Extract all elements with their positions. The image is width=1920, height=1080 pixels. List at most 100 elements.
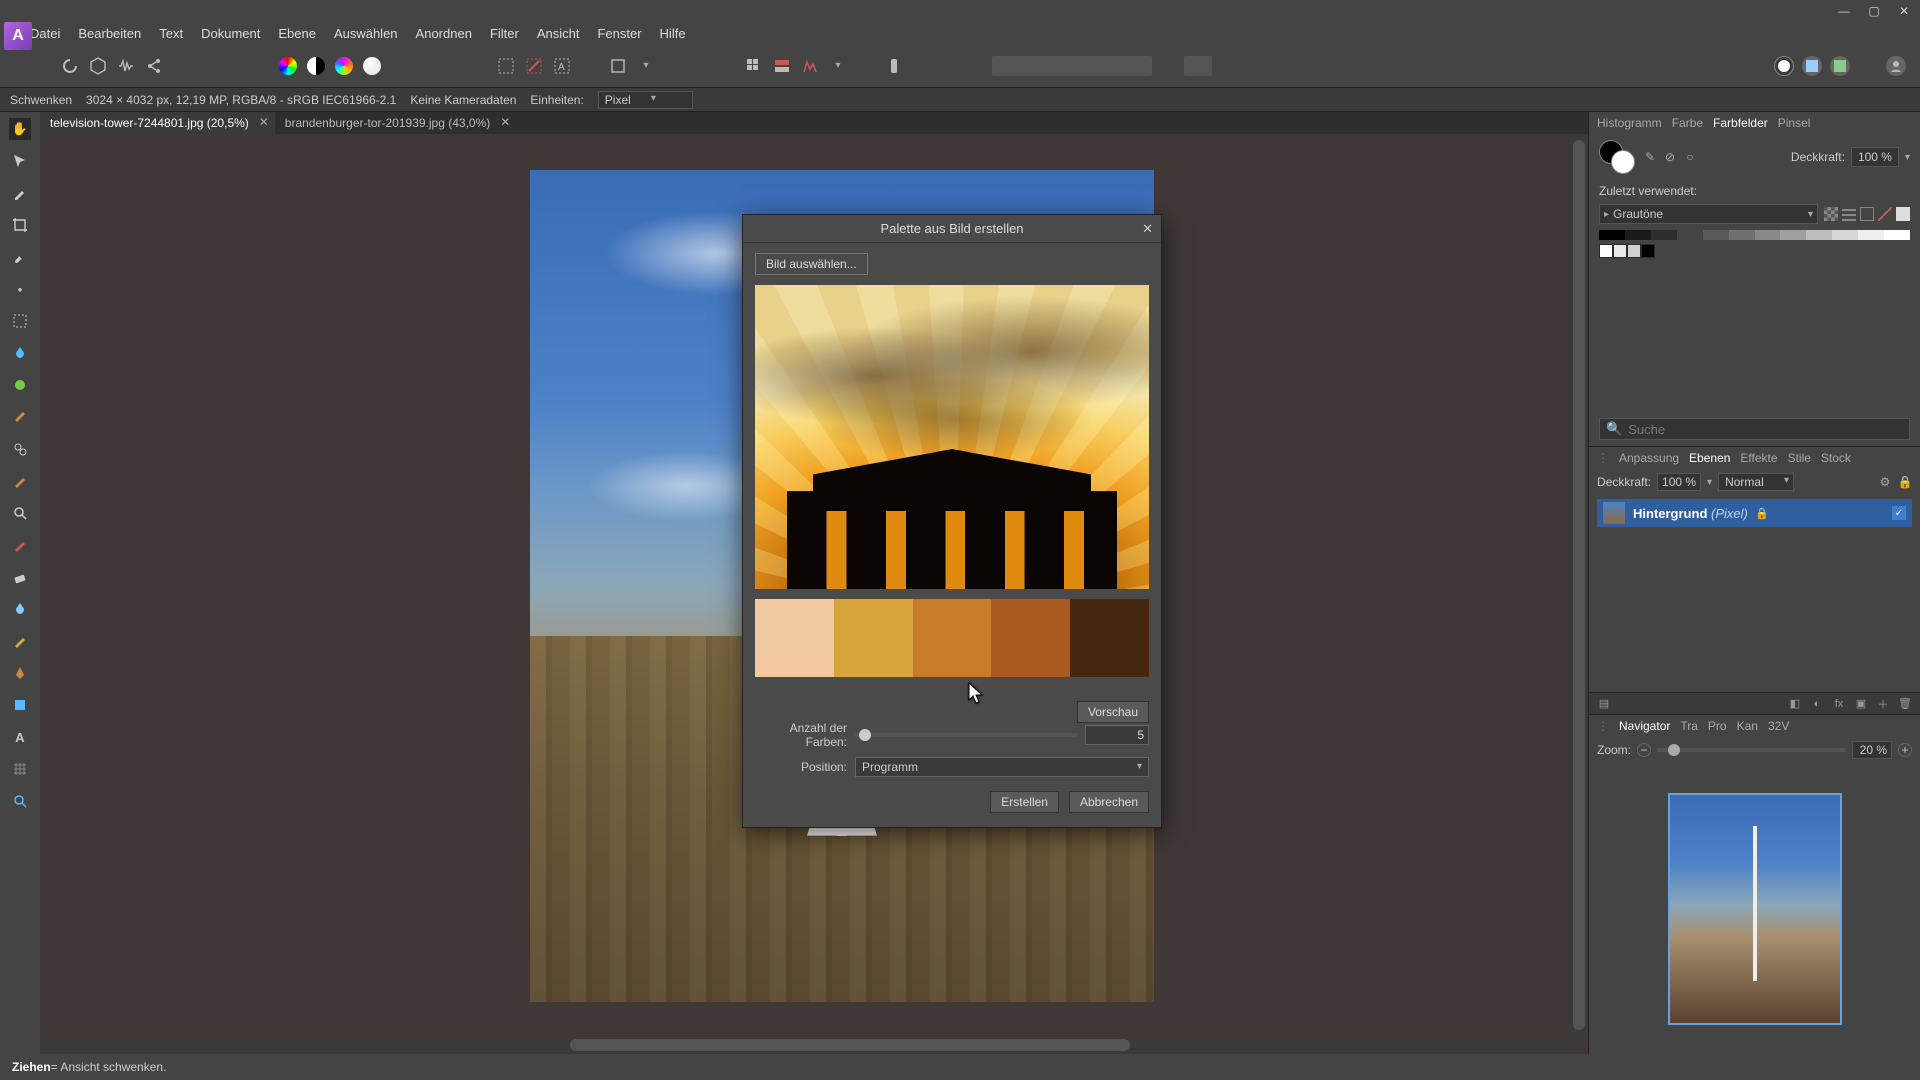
preview-button[interactable]: Vorschau (1077, 701, 1149, 723)
palette-select[interactable]: ▸ Grautöne ▾ (1599, 204, 1818, 224)
pencil-tool[interactable] (9, 470, 31, 492)
persona-photo-button[interactable] (1774, 56, 1794, 76)
stack-icon[interactable] (772, 56, 792, 76)
create-button[interactable]: Erstellen (990, 791, 1059, 813)
menu-item[interactable]: Ansicht (537, 26, 580, 41)
eraser-tool[interactable] (9, 566, 31, 588)
chevron-down-icon[interactable]: ▾ (828, 56, 848, 76)
zoom-tool[interactable] (9, 502, 31, 524)
swatch[interactable] (1070, 599, 1149, 677)
grid-icon[interactable] (744, 56, 764, 76)
menu-item[interactable]: Fenster (597, 26, 641, 41)
group-icon[interactable]: ▣ (1854, 697, 1868, 711)
lock-icon[interactable]: 🔒 (1898, 475, 1912, 489)
tab-channels[interactable]: Kan (1737, 719, 1758, 733)
color-count-input[interactable]: 5 (1085, 725, 1149, 745)
info-icon[interactable] (884, 56, 904, 76)
zoom-out-button[interactable]: − (1637, 743, 1651, 757)
close-icon[interactable]: ✕ (500, 115, 510, 129)
tab-transform[interactable]: Tra (1680, 719, 1698, 733)
chevron-down-icon[interactable]: ▾ (636, 56, 656, 76)
assistant-icon[interactable] (800, 56, 820, 76)
fx-icon[interactable]: fx (1832, 697, 1846, 711)
add-layer-icon[interactable]: ＋ (1876, 697, 1890, 711)
commit-bar[interactable] (992, 56, 1152, 76)
swatch[interactable] (913, 599, 992, 677)
visibility-checkbox[interactable]: ✓ (1892, 506, 1906, 520)
persona-develop-button[interactable] (1830, 56, 1850, 76)
share-icon[interactable] (144, 56, 164, 76)
blur-tool[interactable] (9, 598, 31, 620)
tab-layers[interactable]: Ebenen (1689, 451, 1730, 465)
recent-swatches[interactable] (1599, 244, 1910, 258)
cube-icon[interactable] (88, 56, 108, 76)
delete-layer-icon[interactable]: 🗑 (1898, 697, 1912, 711)
tab-navigator[interactable]: Navigator (1619, 719, 1670, 733)
waveform-icon[interactable] (116, 56, 136, 76)
scrollbar-horizontal[interactable] (40, 1036, 1570, 1054)
swap-color-icon[interactable]: ○ (1683, 150, 1697, 164)
selection-rect-icon[interactable] (496, 56, 516, 76)
zoom-in-button[interactable]: + (1898, 743, 1912, 757)
menu-item[interactable]: Hilfe (660, 26, 686, 41)
mesh-tool[interactable] (9, 758, 31, 780)
none-color-icon[interactable]: ⊘ (1663, 150, 1677, 164)
navigator-thumbnail[interactable] (1668, 793, 1842, 1025)
account-button[interactable] (1886, 56, 1906, 76)
tab-adjustment[interactable]: Anpassung (1619, 451, 1679, 465)
sponge-tool[interactable] (9, 630, 31, 652)
smudge-tool[interactable] (9, 374, 31, 396)
menu-item[interactable]: Filter (490, 26, 519, 41)
layers-list-icon[interactable]: ▤ (1597, 697, 1611, 711)
tab-32bit[interactable]: 32V (1768, 719, 1789, 733)
swatch-solid-icon[interactable] (1896, 207, 1910, 221)
mask-icon[interactable]: ◧ (1788, 697, 1802, 711)
scrollbar-vertical[interactable] (1570, 134, 1588, 1036)
tab-styles[interactable]: Stile (1788, 451, 1811, 465)
grid-view-icon[interactable] (1824, 207, 1838, 221)
dialog-titlebar[interactable]: Palette aus Bild erstellen ✕ (743, 215, 1161, 243)
magnify-tool[interactable] (9, 790, 31, 812)
chevron-down-icon[interactable]: ▾ (1905, 152, 1910, 163)
window-maximize-button[interactable]: ▢ (1862, 2, 1886, 20)
menu-item[interactable]: Anordnen (416, 26, 472, 41)
color-count-slider[interactable] (855, 733, 1077, 737)
tab-stock[interactable]: Stock (1821, 451, 1851, 465)
crop-tool[interactable] (9, 214, 31, 236)
document-tab[interactable]: brandenburger-tor-201939.jpg (43,0%) ✕ (275, 112, 516, 134)
persona-liquify-button[interactable] (1802, 56, 1822, 76)
add-swatch-icon[interactable] (1860, 207, 1874, 221)
eyedropper-icon[interactable]: ✎ (1643, 150, 1657, 164)
menu-item[interactable]: Datei (30, 26, 60, 41)
hue-icon[interactable] (334, 56, 354, 76)
swatch[interactable] (755, 599, 834, 677)
cancel-button[interactable]: Abbrechen (1069, 791, 1149, 813)
lock-icon[interactable]: 🔒 (1756, 507, 1768, 519)
chevron-down-icon[interactable]: ▾ (1707, 477, 1712, 488)
flood-select-tool[interactable] (9, 342, 31, 364)
tab-swatches[interactable]: Farbfelder (1713, 116, 1768, 130)
text-tool[interactable]: A (9, 726, 31, 748)
reload-icon[interactable] (60, 56, 80, 76)
move-tool[interactable] (9, 150, 31, 172)
spray-tool[interactable]: • (9, 278, 31, 300)
tab-color[interactable]: Farbe (1672, 116, 1703, 130)
blend-mode-select[interactable]: Normal (1718, 473, 1794, 491)
view-hand-tool[interactable]: ✋ (9, 118, 31, 140)
shape-tool[interactable] (9, 694, 31, 716)
zoom-value-input[interactable]: 20 % (1852, 741, 1892, 759)
menu-item[interactable]: Bearbeiten (78, 26, 141, 41)
layer-row[interactable]: Hintergrund (Pixel) 🔒 ✓ (1597, 499, 1912, 527)
swatch-search[interactable]: 🔍 Suche (1599, 418, 1910, 440)
close-icon[interactable]: ✕ (1142, 221, 1153, 237)
list-view-icon[interactable] (1842, 207, 1856, 221)
auto-select-icon[interactable]: A (552, 56, 572, 76)
tab-histogram[interactable]: Histogramm (1597, 116, 1662, 130)
paint-brush-tool[interactable] (9, 246, 31, 268)
swatch[interactable] (834, 599, 913, 677)
close-icon[interactable]: ✕ (259, 115, 269, 129)
remove-swatch-icon[interactable] (1878, 207, 1892, 221)
tab-effects[interactable]: Effekte (1740, 451, 1777, 465)
pen-tool[interactable] (9, 662, 31, 684)
gear-icon[interactable]: ⚙ (1878, 475, 1892, 489)
